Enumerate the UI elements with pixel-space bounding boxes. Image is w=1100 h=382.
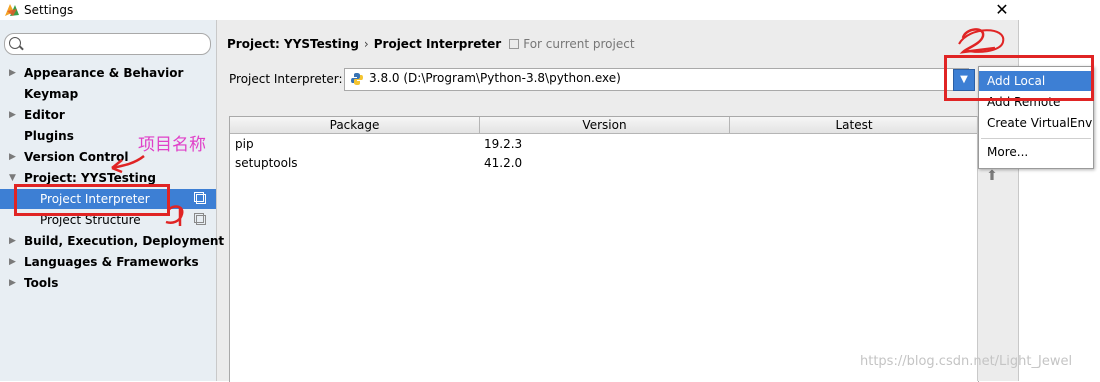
expand-arrow-icon[interactable]: ▶ [9,105,19,125]
column-header-version[interactable]: Version [480,117,730,133]
search-input[interactable] [4,33,211,55]
package-name: setuptools [235,156,298,170]
interpreter-label: Project Interpreter: [229,72,343,86]
annotation-label: 项目名称 [138,135,206,155]
sidebar-item-keymap[interactable]: Keymap [0,84,216,104]
search-icon [9,37,21,49]
breadcrumb-separator: › [363,37,369,51]
app-icon [4,2,20,18]
menu-separator [981,138,1091,139]
menu-item-more[interactable]: More... [979,142,1093,162]
sidebar-item-languages[interactable]: ▶ Languages & Frameworks [0,252,216,272]
interpreter-value: 3.8.0 (D:\Program\Python-3.8\python.exe) [369,71,621,85]
table-row[interactable]: setuptools 41.2.0 [230,154,978,173]
expand-arrow-icon[interactable]: ▶ [9,147,19,167]
annotation-marker-2 [958,28,1005,54]
title-bar: Settings ✕ [0,0,1018,20]
breadcrumb: Project: YYSTesting › Project Interpreter F… [227,37,635,51]
project-scope-icon [194,213,206,225]
breadcrumb-project: Project: YYSTesting [227,37,359,51]
package-version: 19.2.3 [484,137,523,151]
sidebar-item-appearance[interactable]: ▶ Appearance & Behavior [0,63,216,83]
python-icon [350,72,364,86]
settings-content: Project: YYSTesting › Project Interpreter F… [217,20,1018,382]
annotation-highlight-box [14,184,170,216]
project-scope-icon [194,192,206,204]
interpreter-select[interactable]: 3.8.0 (D:\Program\Python-3.8\python.exe) [344,68,969,91]
watermark: https://blog.csdn.net/Light_Jewel [860,354,1073,369]
package-name: pip [235,137,254,151]
package-version: 41.2.0 [484,156,523,170]
sidebar-item-build[interactable]: ▶ Build, Execution, Deployment [0,231,224,251]
sidebar-item-editor[interactable]: ▶ Editor [0,105,216,125]
upgrade-arrow-icon[interactable]: ⬆ [985,169,999,183]
packages-table[interactable]: Package Version Latest pip 19.2.3 setupt… [229,116,979,382]
expand-arrow-icon[interactable]: ▶ [9,63,19,83]
menu-item-create-virtualenv[interactable]: Create VirtualEnv [979,113,1093,133]
close-icon[interactable]: ✕ [993,0,1011,20]
annotation-marker-1 [165,205,184,226]
table-header: Package Version Latest [230,117,978,134]
expand-arrow-icon[interactable]: ▶ [9,252,19,272]
expand-arrow-icon[interactable]: ▶ [9,273,19,293]
scope-label: For current project [523,37,635,51]
annotation-highlight-box [944,55,1094,101]
column-header-latest[interactable]: Latest [730,117,978,133]
window-title: Settings [24,3,74,17]
column-header-package[interactable]: Package [230,117,480,133]
scope-icon [509,39,520,49]
expand-arrow-icon[interactable]: ▶ [9,231,19,251]
sidebar-item-tools[interactable]: ▶ Tools [0,273,216,293]
table-row[interactable]: pip 19.2.3 [230,135,978,154]
breadcrumb-page: Project Interpreter [373,37,502,51]
